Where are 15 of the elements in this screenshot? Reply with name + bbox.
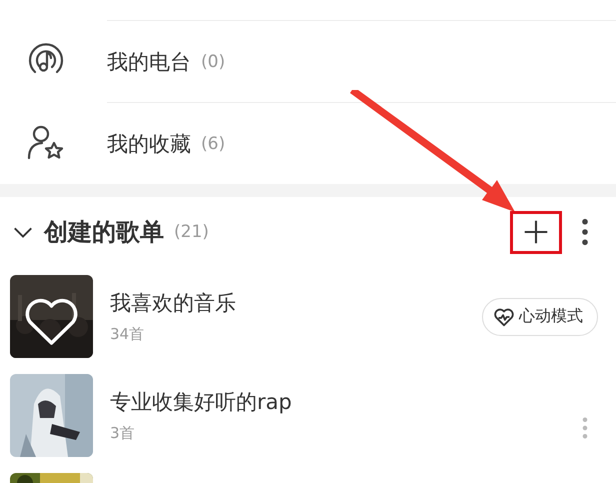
item-count: (6) (201, 134, 226, 154)
track-count: 34首 (110, 325, 146, 344)
section-count: (21) (174, 222, 209, 242)
menu-item-label[interactable]: 我的电台 (107, 48, 191, 76)
more-icon[interactable] (581, 218, 589, 246)
heartbeat-mode-button[interactable]: 心动模式 (482, 298, 598, 336)
highlight-frame (510, 211, 562, 254)
playlist-title[interactable]: 我喜欢的音乐 (110, 289, 236, 317)
plus-icon (523, 219, 549, 245)
heart-pulse-icon (493, 306, 515, 328)
playlist-title[interactable]: 专业收集好听的rap (110, 388, 292, 416)
menu-item-label[interactable]: 我的收藏 (107, 130, 191, 158)
track-count: 3首 (110, 424, 136, 443)
item-count: (0) (201, 52, 226, 72)
section-title: 创建的歌单 (44, 217, 164, 248)
